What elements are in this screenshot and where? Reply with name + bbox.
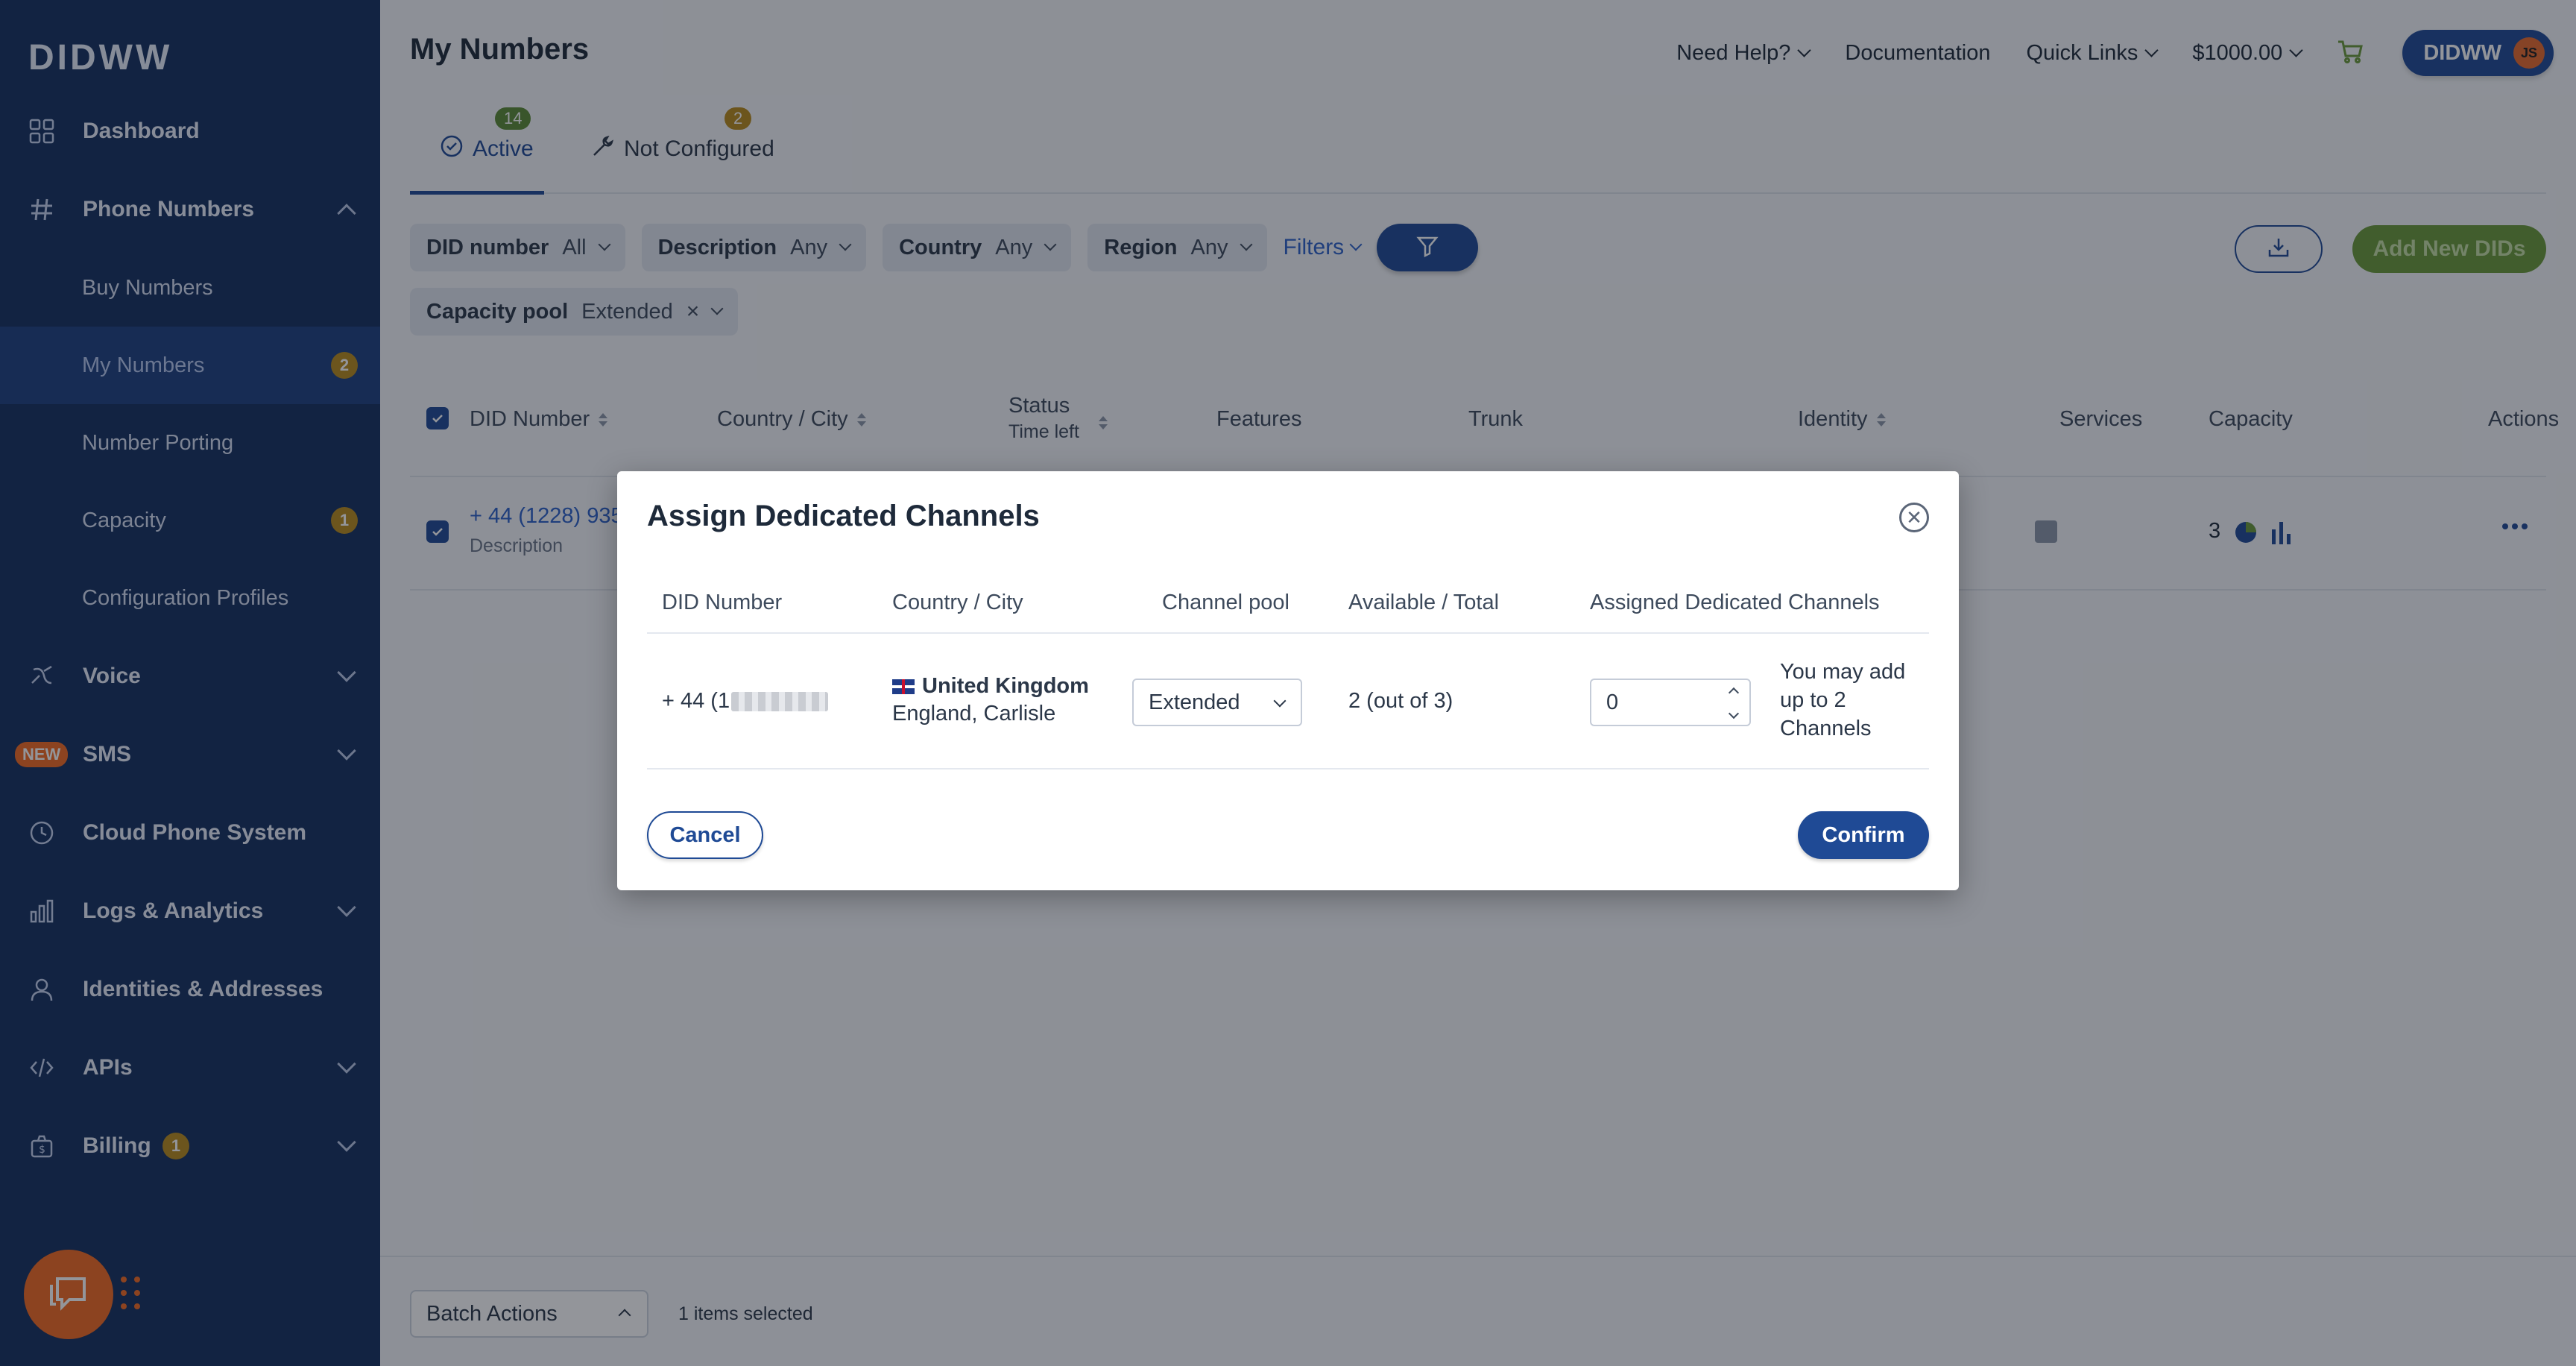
- country-city-cell: United Kingdom England, Carlisle: [892, 674, 1089, 726]
- modal-table-row: + 44 (1 United Kingdom England, Carlisle…: [647, 635, 1929, 769]
- did-number-prefix: + 44 (1: [662, 689, 730, 713]
- assigned-channels-stepper[interactable]: 0: [1590, 679, 1751, 726]
- country-name: United Kingdom: [922, 674, 1089, 698]
- column-available-total: Available / Total: [1348, 591, 1500, 614]
- city-name: England, Carlisle: [892, 702, 1056, 726]
- available-total-value: 2 (out of 3): [1348, 689, 1453, 713]
- channel-hint: You may add up to 2 Channels: [1780, 660, 1906, 740]
- decrement-icon: [1728, 708, 1740, 720]
- close-icon[interactable]: ✕: [1899, 503, 1929, 532]
- cancel-button[interactable]: Cancel: [647, 811, 763, 859]
- confirm-button[interactable]: Confirm: [1798, 811, 1929, 859]
- column-did-number: DID Number: [662, 591, 783, 614]
- assign-dedicated-channels-modal: Assign Dedicated Channels ✕ DID Number C…: [617, 471, 1959, 890]
- redacted-number: [731, 692, 829, 712]
- column-channel-pool: Channel pool: [1162, 591, 1289, 614]
- stepper-arrows[interactable]: [1724, 683, 1743, 723]
- increment-icon: [1728, 687, 1740, 699]
- column-assigned-channels: Assigned Dedicated Channels: [1590, 591, 1880, 614]
- did-number-cell: + 44 (1: [662, 689, 829, 714]
- modal-title: Assign Dedicated Channels: [647, 500, 1040, 532]
- chevron-down-icon: [1273, 694, 1287, 708]
- modal-table-header: DID Number Country / City Channel pool A…: [647, 568, 1929, 634]
- channel-pool-value: Extended: [1149, 690, 1240, 714]
- assigned-channels-value: 0: [1606, 690, 1619, 714]
- channel-pool-select[interactable]: Extended: [1132, 679, 1302, 726]
- uk-flag-icon: [892, 679, 915, 695]
- column-country-city: Country / City: [892, 591, 1023, 614]
